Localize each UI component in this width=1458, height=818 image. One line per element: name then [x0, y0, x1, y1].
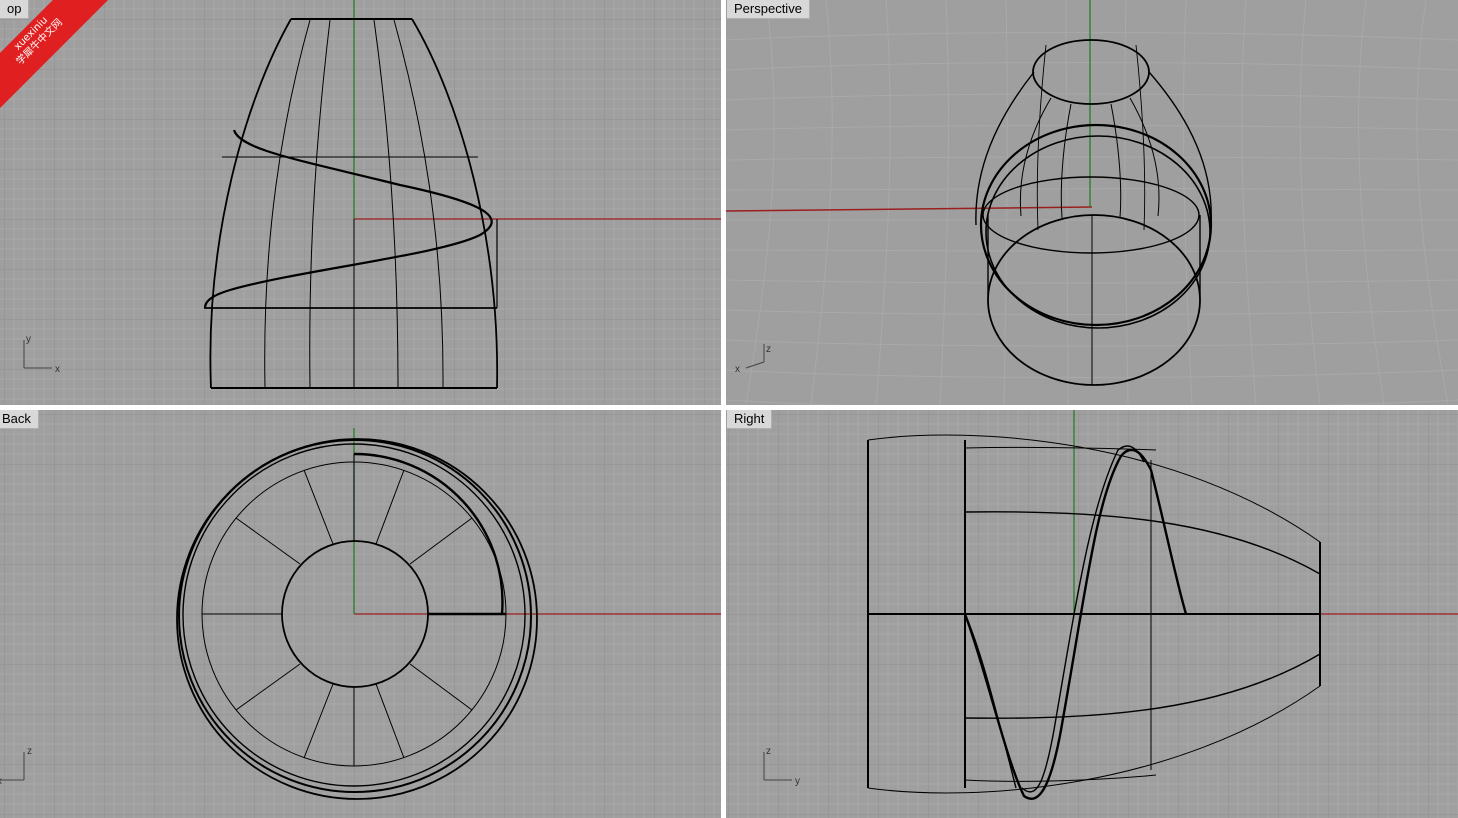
- gizmo-axis-a: z: [27, 746, 32, 757]
- viewport-title-top[interactable]: op: [0, 0, 30, 19]
- viewport-title-back[interactable]: Back: [0, 410, 39, 429]
- grid: [0, 0, 721, 405]
- gizmo-axis-b: x: [55, 364, 60, 375]
- viewport-title-right[interactable]: Right: [727, 410, 773, 429]
- gizmo-axis-a: z: [766, 746, 771, 757]
- gizmo-axis-b: x: [0, 776, 2, 787]
- viewport-right[interactable]: z y Right: [726, 410, 1458, 818]
- gizmo-axis-b: x: [735, 364, 740, 375]
- viewport-back[interactable]: z x Back: [0, 410, 721, 818]
- viewport-top[interactable]: y x op xuexiniu 学犀牛中文网: [0, 0, 721, 405]
- gizmo-axis-a: y: [26, 334, 31, 345]
- viewport-right-canvas[interactable]: z y: [726, 410, 1458, 818]
- rhino-viewport-layout: y x op xuexiniu 学犀牛中文网 z x Perspective z…: [0, 0, 1458, 818]
- gizmo-axis-a: z: [766, 344, 771, 355]
- viewport-perspective-canvas[interactable]: z x: [726, 0, 1458, 405]
- gizmo-axis-b: y: [795, 776, 800, 787]
- viewport-title-perspective[interactable]: Perspective: [727, 0, 810, 19]
- viewport-perspective[interactable]: z x Perspective: [726, 0, 1458, 405]
- viewport-back-canvas[interactable]: z x: [0, 410, 721, 818]
- viewport-top-canvas[interactable]: y x: [0, 0, 721, 405]
